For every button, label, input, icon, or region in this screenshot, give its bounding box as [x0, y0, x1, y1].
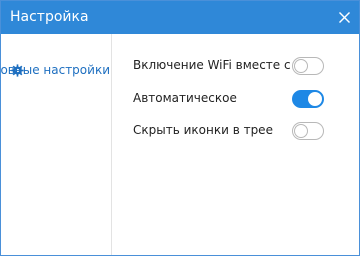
sidebar: Основные настройки — [1, 34, 112, 255]
wifi-startup-toggle[interactable] — [292, 57, 324, 75]
setting-row-wifi-startup: Включение WiFi вместе с ПК — [133, 57, 333, 79]
sidebar-item-general-settings[interactable]: Основные настройки — [1, 60, 111, 82]
setting-row-auto-share: Автоматическое разделение WiFi — [133, 90, 333, 112]
toggle-knob — [294, 124, 308, 138]
close-button[interactable] — [329, 1, 359, 34]
setting-label: Автоматическое разделение WiFi — [133, 91, 237, 108]
settings-window: Настройка овные настройки Включение WiFi… — [0, 0, 360, 256]
hide-tray-icons-toggle[interactable] — [292, 122, 324, 140]
setting-label: Скрыть иконки в трее — [133, 123, 273, 137]
setting-row-hide-tray-icons: Скрыть иконки в трее — [133, 122, 333, 144]
title-bar: Настройка — [1, 1, 359, 34]
auto-share-toggle[interactable] — [292, 90, 324, 108]
setting-label: Включение WiFi вместе с ПК — [133, 58, 291, 75]
toggle-knob — [294, 59, 308, 73]
window-title: Настройка — [10, 9, 89, 25]
toggle-knob — [308, 92, 322, 106]
sidebar-item-label: Основные настройки — [1, 63, 110, 77]
close-icon — [339, 12, 350, 23]
